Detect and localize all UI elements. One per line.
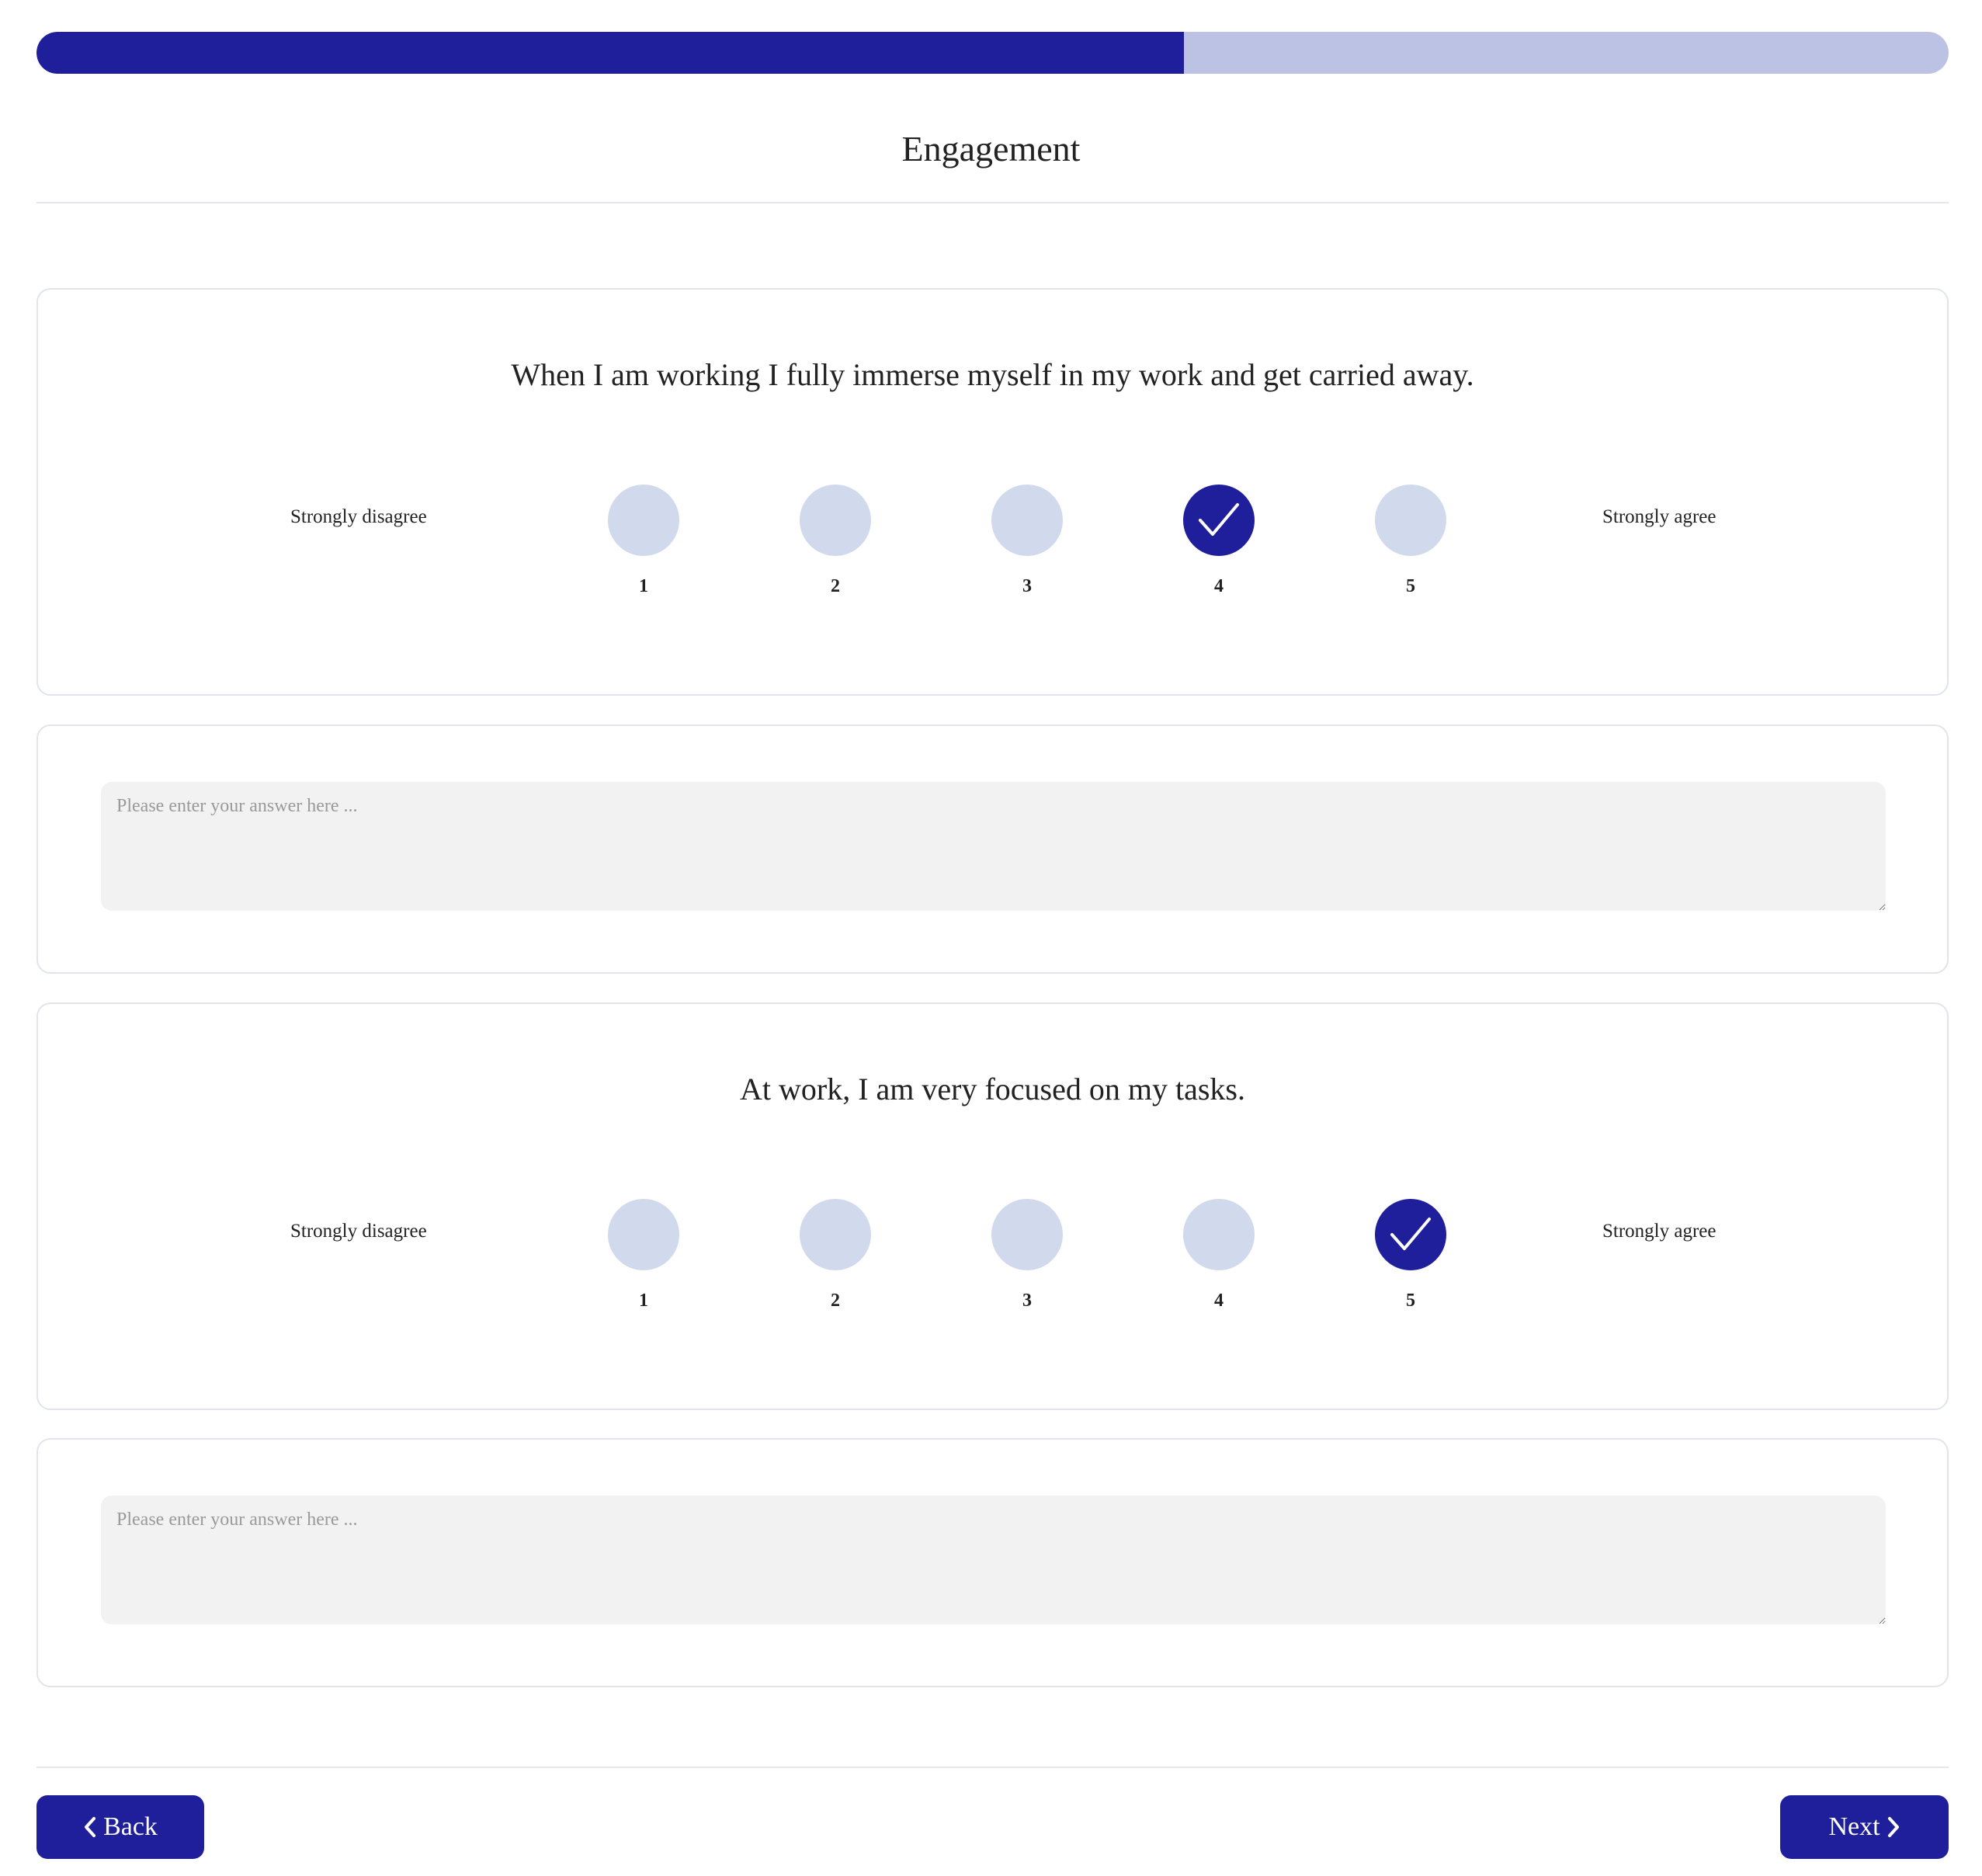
option-number: 4 (1214, 1291, 1224, 1311)
scale-min-label: Strongly disagree (290, 1221, 427, 1242)
answer-textarea[interactable] (101, 1496, 1886, 1624)
scale-max-label: Strongly agree (1602, 506, 1716, 527)
chevron-right-icon (1887, 1817, 1899, 1837)
chevron-left-icon (85, 1817, 96, 1837)
likert-option-5[interactable]: 5 (1375, 1199, 1446, 1323)
scale-min-label: Strongly disagree (290, 506, 427, 527)
back-button[interactable]: Back (36, 1795, 204, 1859)
question-text: When I am working I fully immerse myself… (511, 357, 1474, 392)
likert-option-4[interactable]: 4 (1183, 1199, 1255, 1323)
option-circle[interactable] (608, 1199, 679, 1270)
likert-option-3[interactable]: 3 (991, 485, 1063, 609)
question-text: At work, I am very focused on my tasks. (740, 1072, 1245, 1106)
option-number: 2 (831, 1291, 840, 1311)
answer-card (36, 724, 1949, 974)
progress-bar-fill (36, 32, 1184, 74)
option-circle[interactable] (991, 1199, 1063, 1270)
next-button[interactable]: Next (1780, 1795, 1949, 1859)
likert-option-1[interactable]: 1 (608, 485, 679, 609)
likert-option-5[interactable]: 5 (1375, 485, 1446, 609)
scale-max-label: Strongly agree (1602, 1221, 1716, 1242)
question-card: When I am working I fully immerse myself… (36, 288, 1949, 696)
option-number: 5 (1406, 576, 1415, 596)
next-button-label: Next (1828, 1812, 1880, 1841)
checkmark-icon (1199, 503, 1239, 536)
option-number: 1 (639, 576, 648, 596)
page-title: Engagement (901, 129, 1081, 168)
option-number: 2 (831, 576, 840, 596)
option-circle[interactable] (1183, 485, 1255, 556)
footer-divider (36, 1767, 1949, 1768)
option-number: 5 (1406, 1291, 1415, 1311)
likert-option-2[interactable]: 2 (800, 1199, 871, 1323)
option-circle[interactable] (608, 485, 679, 556)
back-button-label: Back (103, 1812, 158, 1841)
question-card: At work, I am very focused on my tasks. … (36, 1002, 1949, 1410)
option-circle[interactable] (1183, 1199, 1255, 1270)
answer-textarea[interactable] (101, 782, 1886, 911)
likert-option-2[interactable]: 2 (800, 485, 871, 609)
option-circle[interactable] (800, 485, 871, 556)
checkmark-icon (1390, 1218, 1431, 1250)
option-number: 4 (1214, 576, 1224, 596)
option-number: 3 (1022, 1291, 1032, 1311)
option-number: 3 (1022, 576, 1032, 596)
option-circle[interactable] (800, 1199, 871, 1270)
progress-bar (36, 32, 1949, 74)
option-circle[interactable] (991, 485, 1063, 556)
answer-card (36, 1438, 1949, 1687)
likert-option-3[interactable]: 3 (991, 1199, 1063, 1323)
option-number: 1 (639, 1291, 648, 1311)
likert-option-4[interactable]: 4 (1183, 485, 1255, 609)
option-circle[interactable] (1375, 1199, 1446, 1270)
option-circle[interactable] (1375, 485, 1446, 556)
likert-option-1[interactable]: 1 (608, 1199, 679, 1323)
title-divider (36, 202, 1949, 203)
